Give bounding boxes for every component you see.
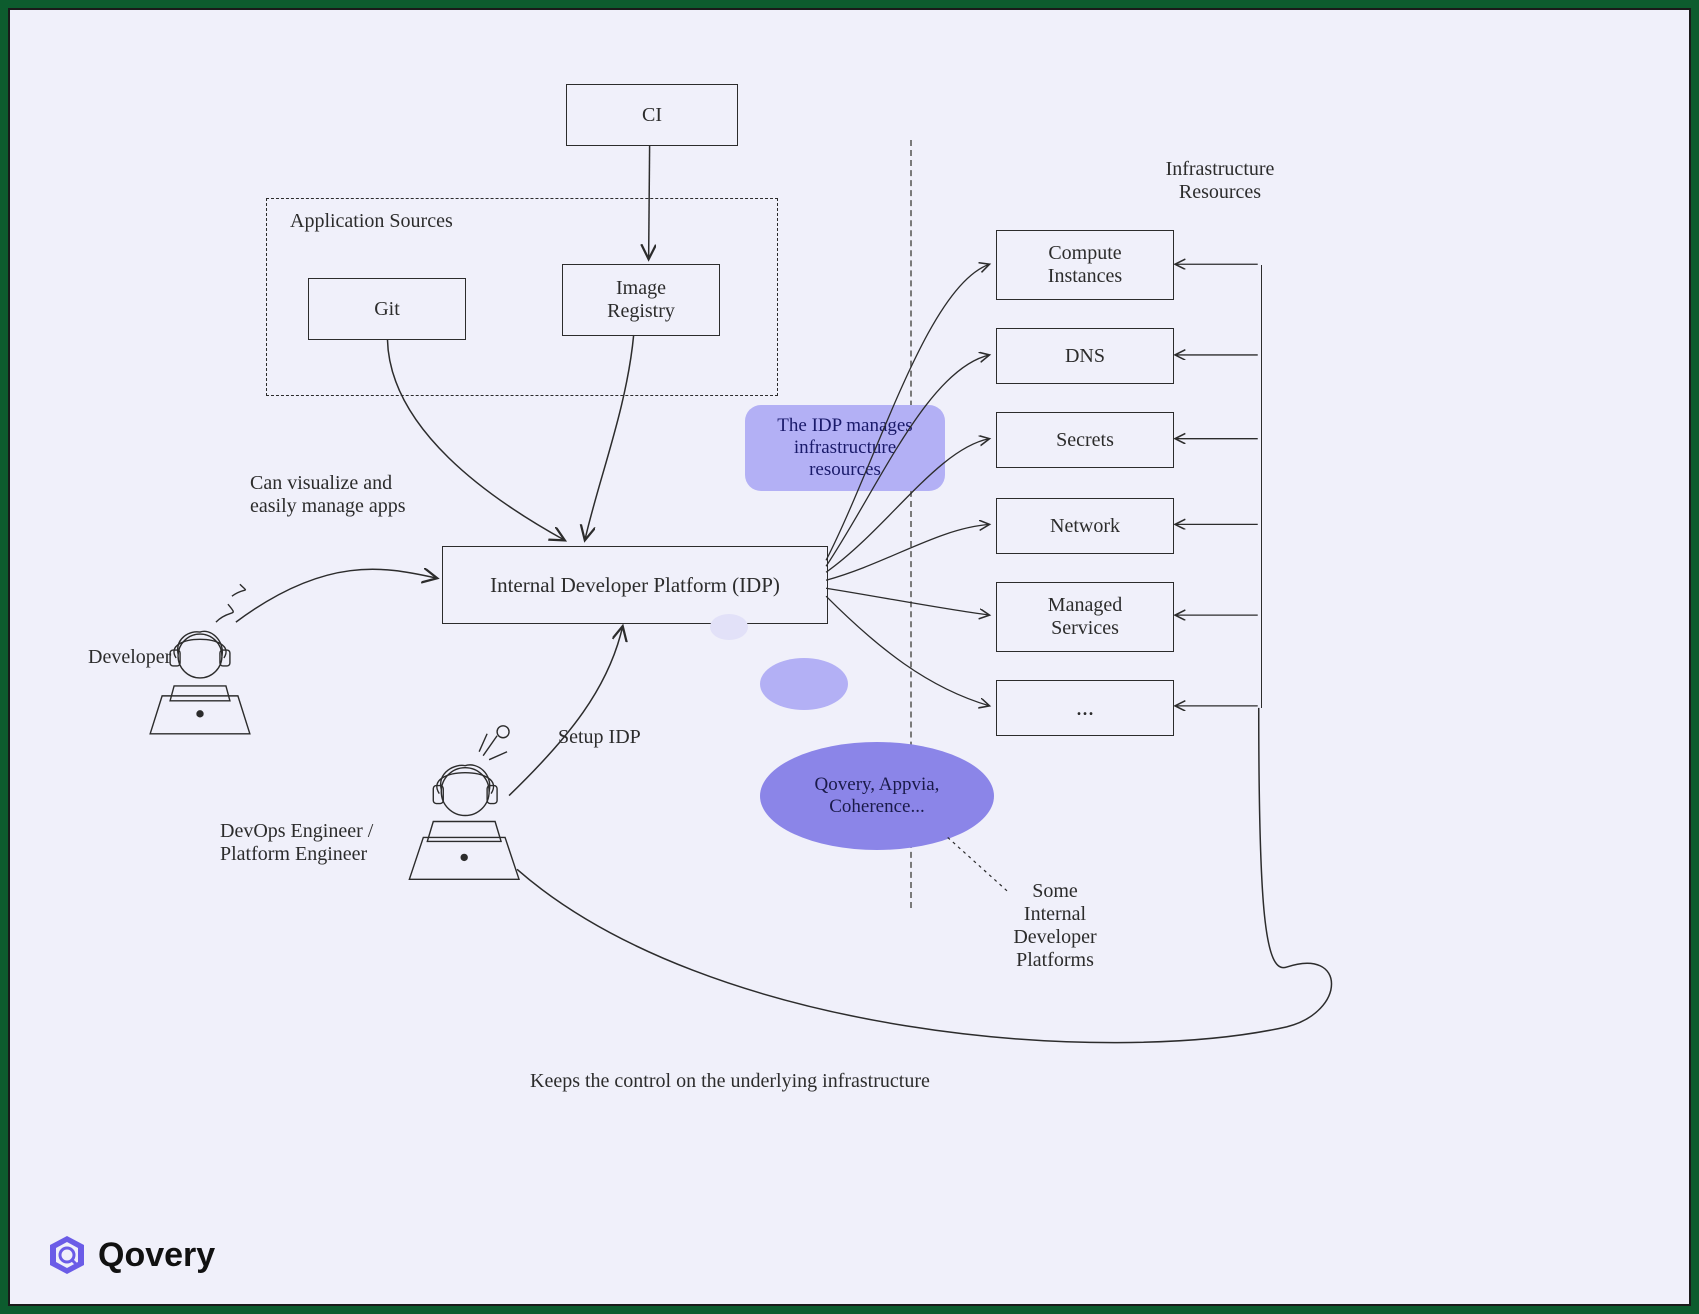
developer-label: Developer bbox=[88, 646, 171, 669]
image-registry-label: Image Registry bbox=[607, 277, 675, 323]
idp-manages-callout: The IDP manages infrastructure resources bbox=[745, 405, 945, 491]
dns-box: DNS bbox=[996, 328, 1174, 384]
network-box: Network bbox=[996, 498, 1174, 554]
qovery-logo: Qovery bbox=[46, 1234, 215, 1276]
infra-right-line bbox=[1261, 265, 1262, 708]
idp-label: Internal Developer Platform (IDP) bbox=[490, 573, 780, 598]
dns-label: DNS bbox=[1065, 345, 1105, 368]
network-label: Network bbox=[1050, 515, 1120, 538]
ci-label: CI bbox=[642, 104, 662, 127]
small-ellipse bbox=[760, 658, 848, 710]
examples-ellipse: Qovery, Appvia, Coherence... bbox=[760, 742, 994, 850]
arrows-overlay bbox=[10, 10, 1689, 1304]
idp-box: Internal Developer Platform (IDP) bbox=[442, 546, 828, 624]
infra-title: Infrastructure Resources bbox=[1120, 158, 1320, 204]
secrets-box: Secrets bbox=[996, 412, 1174, 468]
some-idps-label: Some Internal Developer Platforms bbox=[990, 880, 1120, 972]
compute-label: Compute Instances bbox=[1048, 242, 1122, 288]
keeps-control-label: Keeps the control on the underlying infr… bbox=[530, 1070, 930, 1093]
managed-label: Managed Services bbox=[1048, 594, 1122, 640]
git-label: Git bbox=[374, 298, 400, 321]
app-sources-title: Application Sources bbox=[290, 210, 453, 233]
can-visualize-label: Can visualize and easily manage apps bbox=[250, 472, 470, 518]
more-box: ... bbox=[996, 680, 1174, 736]
diagram-canvas: CI Application Sources Git Image Registr… bbox=[8, 8, 1691, 1306]
git-box: Git bbox=[308, 278, 466, 340]
managed-box: Managed Services bbox=[996, 582, 1174, 652]
idp-manages-text: The IDP manages infrastructure resources bbox=[777, 415, 912, 481]
setup-idp-label: Setup IDP bbox=[558, 726, 641, 749]
compute-box: Compute Instances bbox=[996, 230, 1174, 300]
qovery-logo-icon bbox=[46, 1234, 88, 1276]
image-registry-box: Image Registry bbox=[562, 264, 720, 336]
devops-label: DevOps Engineer / Platform Engineer bbox=[220, 820, 440, 866]
tiny-ellipse bbox=[710, 614, 748, 640]
qovery-logo-text: Qovery bbox=[98, 1236, 215, 1275]
ci-box: CI bbox=[566, 84, 738, 146]
examples-text: Qovery, Appvia, Coherence... bbox=[815, 774, 940, 818]
more-label: ... bbox=[1076, 695, 1094, 722]
secrets-label: Secrets bbox=[1056, 429, 1114, 452]
